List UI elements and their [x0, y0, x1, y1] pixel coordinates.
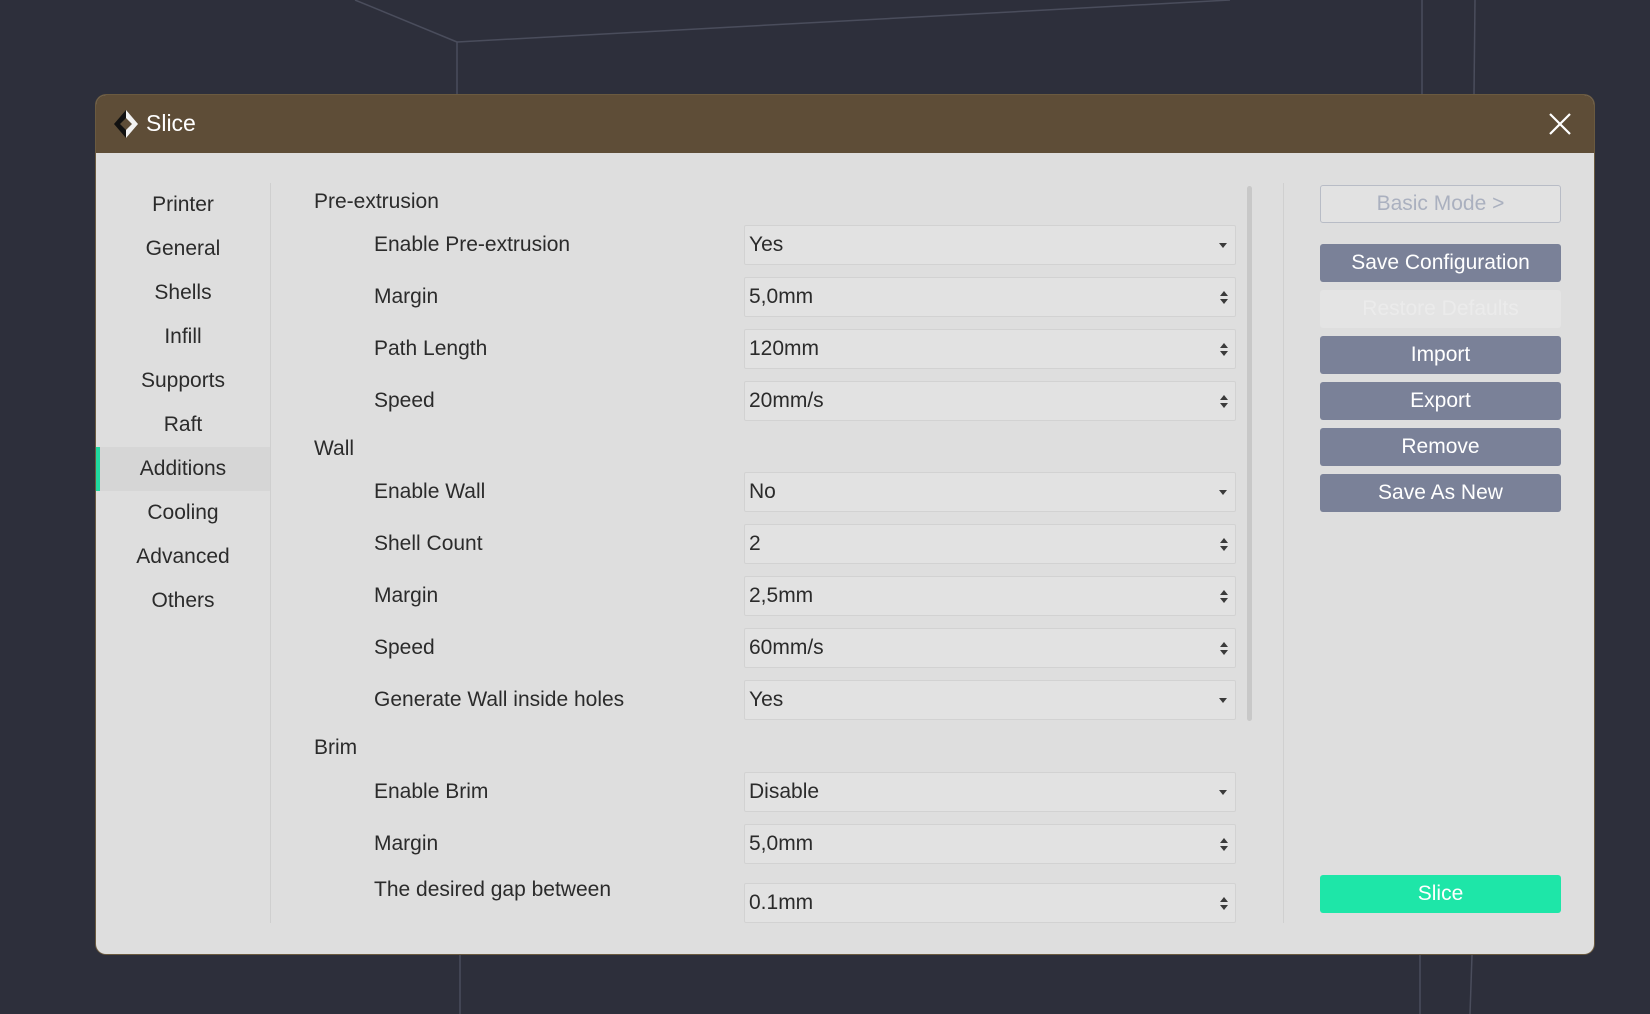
dialog-title: Slice [146, 110, 196, 136]
select-value: No [749, 480, 776, 503]
setting-label: Enable Brim [374, 780, 489, 803]
sidebar-item-general[interactable]: General [96, 227, 270, 271]
sidebar-item-label: Additions [139, 457, 227, 480]
dialog-body: Printer General Shells Infill Supports R… [96, 153, 1594, 954]
setting-label: Path Length [374, 337, 488, 360]
select-value: Yes [749, 233, 784, 256]
brim-gap-spinbox[interactable]: 0.1mm [744, 883, 1236, 923]
spinbox-value: 60mm/s [749, 636, 824, 659]
section-title-brim: Brim [314, 736, 358, 759]
export-button[interactable]: Export [1320, 382, 1561, 420]
settings-scrollbar[interactable] [1247, 186, 1252, 721]
pre-extrusion-margin-spinbox[interactable]: 5,0mm [744, 277, 1236, 317]
spinbox-value: 2,5mm [749, 584, 814, 607]
dropdown-arrow-icon [1219, 489, 1227, 495]
setting-label: Generate Wall inside holes [374, 688, 625, 711]
enable-pre-extrusion-select[interactable]: Yes [744, 225, 1236, 265]
import-button[interactable]: Import [1320, 336, 1561, 374]
spinner-arrows-icon[interactable] [1219, 589, 1229, 603]
setting-label: Margin [374, 285, 439, 308]
sidebar-item-label: Raft [163, 413, 203, 436]
wall-speed-spinbox[interactable]: 60mm/s [744, 628, 1236, 668]
save-configuration-button[interactable]: Save Configuration [1320, 244, 1561, 282]
spinbox-value: 120mm [749, 337, 820, 360]
pre-extrusion-speed-spinbox[interactable]: 20mm/s [744, 381, 1236, 421]
spinner-arrows-icon[interactable] [1219, 837, 1229, 851]
shell-count-spinbox[interactable]: 2 [744, 524, 1236, 564]
select-value: Disable [749, 780, 820, 803]
sidebar-item-additions[interactable]: Additions [96, 447, 270, 491]
setting-label: Margin [374, 832, 439, 855]
dropdown-arrow-icon [1219, 789, 1227, 795]
spinner-arrows-icon[interactable] [1219, 394, 1229, 408]
sidebar-item-label: Infill [164, 325, 202, 348]
setting-label: Shell Count [374, 532, 483, 555]
spinner-arrows-icon[interactable] [1219, 290, 1229, 304]
spinbox-value: 5,0mm [749, 285, 814, 308]
sidebar-item-others[interactable]: Others [96, 579, 270, 623]
sidebar-item-shells[interactable]: Shells [96, 271, 270, 315]
brim-margin-spinbox[interactable]: 5,0mm [744, 824, 1236, 864]
select-value: Yes [749, 688, 784, 711]
spinner-arrows-icon[interactable] [1219, 896, 1229, 910]
spinbox-value: 5,0mm [749, 832, 814, 855]
sidebar-item-label: Supports [140, 369, 226, 392]
sidebar-item-infill[interactable]: Infill [96, 315, 270, 359]
remove-button[interactable]: Remove [1320, 428, 1561, 466]
spinbox-value: 2 [749, 532, 761, 555]
enable-brim-select[interactable]: Disable [744, 772, 1236, 812]
dropdown-arrow-icon [1219, 697, 1227, 703]
panel-divider [1283, 183, 1284, 923]
slice-button[interactable]: Slice [1320, 875, 1561, 913]
setting-label: Speed [374, 636, 435, 659]
spinner-arrows-icon[interactable] [1219, 641, 1229, 655]
save-as-new-button[interactable]: Save As New [1320, 474, 1561, 512]
path-length-spinbox[interactable]: 120mm [744, 329, 1236, 369]
spinner-arrows-icon[interactable] [1219, 342, 1229, 356]
sidebar-item-label: Others [151, 589, 215, 612]
enable-wall-select[interactable]: No [744, 472, 1236, 512]
sidebar-item-label: Shells [154, 281, 212, 304]
sidebar-item-label: Printer [152, 193, 214, 216]
sidebar-item-cooling[interactable]: Cooling [96, 491, 270, 535]
setting-label: Margin [374, 584, 439, 607]
sidebar-item-advanced[interactable]: Advanced [96, 535, 270, 579]
wall-margin-spinbox[interactable]: 2,5mm [744, 576, 1236, 616]
settings-panel: Pre-extrusion Enable Pre-extrusion Yes M… [314, 178, 1244, 923]
sidebar-item-label: Cooling [147, 501, 219, 524]
category-sidebar: Printer General Shells Infill Supports R… [96, 183, 271, 923]
section-title-pre-extrusion: Pre-extrusion [314, 190, 439, 213]
section-title-wall: Wall [314, 437, 355, 460]
setting-label: Enable Pre-extrusion [374, 233, 571, 256]
app-logo-icon [114, 110, 138, 138]
restore-defaults-button[interactable]: Restore Defaults [1320, 290, 1561, 328]
setting-label: The desired gap between [374, 878, 611, 901]
setting-label: Speed [374, 389, 435, 412]
dialog-titlebar: Slice [96, 95, 1594, 153]
spinbox-value: 0.1mm [749, 891, 814, 914]
close-icon[interactable] [1544, 108, 1576, 140]
sidebar-item-supports[interactable]: Supports [96, 359, 270, 403]
sidebar-item-raft[interactable]: Raft [96, 403, 270, 447]
setting-label: Enable Wall [374, 480, 486, 503]
sidebar-item-printer[interactable]: Printer [96, 183, 270, 227]
wall-inside-holes-select[interactable]: Yes [744, 680, 1236, 720]
sidebar-item-label: Advanced [136, 545, 230, 568]
dropdown-arrow-icon [1219, 242, 1227, 248]
spinner-arrows-icon[interactable] [1219, 537, 1229, 551]
sidebar-item-label: General [145, 237, 221, 260]
spinbox-value: 20mm/s [749, 389, 824, 412]
basic-mode-button[interactable]: Basic Mode > [1320, 185, 1561, 223]
slice-dialog: Slice Printer General Shells Infill Supp… [96, 95, 1594, 954]
